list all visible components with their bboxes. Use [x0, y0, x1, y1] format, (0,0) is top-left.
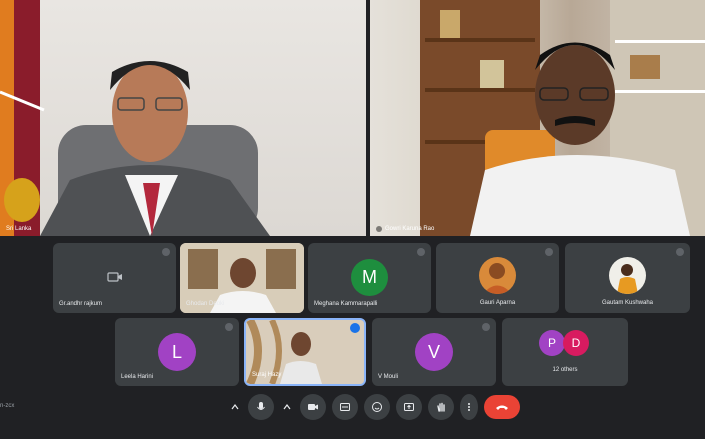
participant-name: Leela Harini — [121, 374, 154, 380]
emoji-icon — [372, 402, 382, 412]
camera-icon — [308, 404, 318, 410]
microphone-icon — [257, 402, 265, 410]
speaker-1-video-frame — [0, 0, 270, 236]
meeting-stage: Sri Lanka Gowri Karuna Rao Gr.andhr rajk… — [0, 0, 705, 439]
captions-button[interactable] — [332, 394, 358, 420]
participant-video-speaker-1[interactable]: Sri Lanka — [0, 0, 366, 236]
audio-options-button[interactable] — [228, 394, 242, 420]
captions-icon — [340, 403, 350, 411]
chevron-up-icon — [231, 404, 239, 410]
avatar — [609, 257, 646, 294]
others-count-label: 12 others — [552, 367, 578, 373]
others-tile[interactable]: P D 12 others — [502, 318, 628, 386]
participant-tile[interactable]: M Meghana Kammarapalli — [308, 243, 431, 313]
avatar: D — [563, 330, 589, 356]
avatar — [479, 257, 516, 294]
muted-icon — [225, 323, 233, 331]
hand-icon — [437, 402, 445, 412]
phone-hangup-icon — [496, 405, 508, 410]
more-vert-icon — [468, 403, 470, 411]
speaker-1-name-tag: Sri Lanka — [6, 226, 31, 232]
muted-icon — [676, 248, 684, 256]
speaker-2-name: Gowri Karuna Rao — [385, 226, 435, 232]
participant-tile[interactable]: V V Mouli — [372, 318, 496, 386]
video-options-button[interactable] — [280, 394, 294, 420]
leave-call-button[interactable] — [484, 395, 520, 419]
participant-name: Gautam Kushwaha — [601, 300, 654, 306]
participant-tile[interactable]: L Leela Harini — [115, 318, 239, 386]
speaker-2-video-frame — [420, 0, 705, 236]
emoji-button[interactable] — [364, 394, 390, 420]
participant-name: Gauri Aparna — [479, 300, 516, 306]
avatar: M — [351, 259, 388, 296]
participant-name: Meghana Kammarapalli — [314, 301, 378, 307]
muted-icon — [545, 248, 553, 256]
microphone-button[interactable] — [248, 394, 274, 420]
control-bar — [228, 394, 520, 420]
participant-name: V Mouli — [378, 374, 399, 380]
raise-hand-button[interactable] — [428, 394, 454, 420]
camera-off-icon — [107, 272, 122, 282]
participant-tile-active-speaker[interactable]: Suraj Hazy — [244, 318, 366, 386]
muted-icon — [482, 323, 490, 331]
meeting-code: n-zcx — [0, 403, 15, 409]
more-options-button[interactable] — [460, 394, 478, 420]
speaker-2-name-tag: Gowri Karuna Rao — [376, 226, 434, 232]
muted-icon — [376, 226, 382, 232]
avatar: L — [158, 333, 196, 371]
participant-name: Ghodan Deoki — [186, 301, 225, 307]
avatar: V — [415, 333, 453, 371]
camera-button[interactable] — [300, 394, 326, 420]
participant-name: Gr.andhr rajkum — [59, 301, 103, 307]
participant-tile[interactable]: Gr.andhr rajkum — [53, 243, 176, 313]
participant-tile[interactable]: Gauri Aparna — [436, 243, 559, 313]
chevron-up-icon — [283, 404, 291, 410]
participant-video-speaker-2[interactable]: Gowri Karuna Rao — [370, 0, 705, 236]
participant-tile[interactable]: Gautam Kushwaha — [565, 243, 690, 313]
muted-icon — [417, 248, 425, 256]
present-screen-icon — [404, 403, 414, 411]
participant-name: Suraj Hazy — [252, 372, 282, 378]
present-button[interactable] — [396, 394, 422, 420]
speaking-indicator-icon — [350, 323, 360, 333]
participant-tile[interactable]: Ghodan Deoki — [180, 243, 304, 313]
avatar: P — [539, 330, 565, 356]
muted-icon — [162, 248, 170, 256]
speaker-1-name: Sri Lanka — [6, 226, 32, 232]
